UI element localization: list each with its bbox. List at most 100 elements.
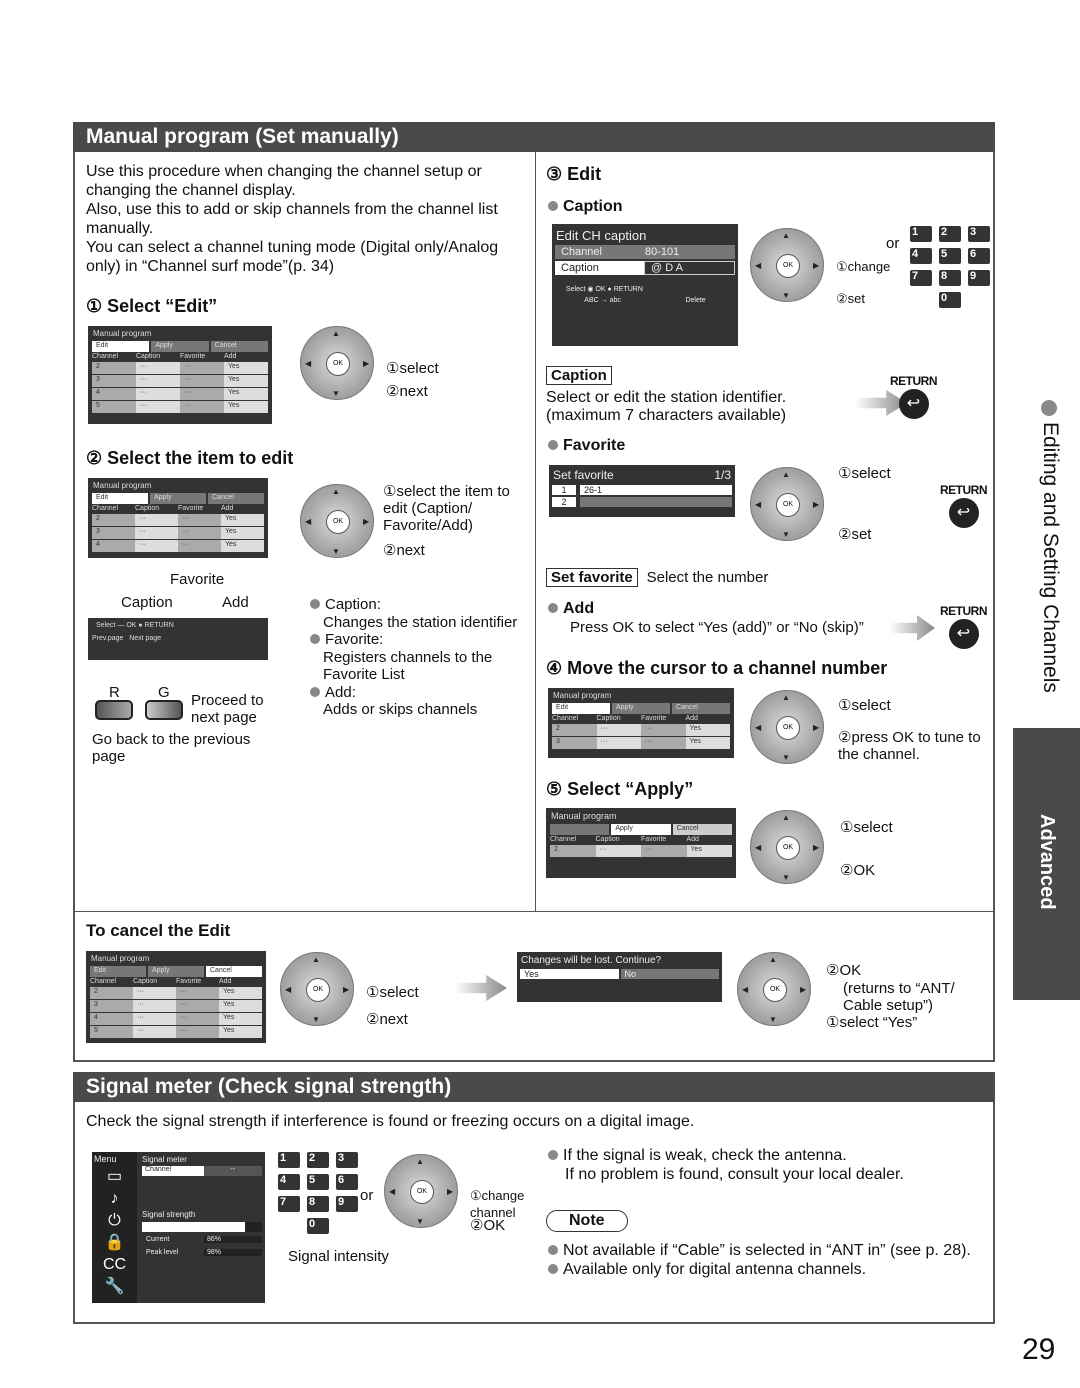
arrow-key-icon: ◀ xyxy=(305,359,312,368)
osd-table-row: 3 ··· ··· Yes xyxy=(86,1000,266,1012)
osd-table-row: 3 ··· ··· Yes xyxy=(88,375,272,387)
key-4: 4 xyxy=(910,248,932,264)
arrow-key-icon: ▼ xyxy=(769,1015,777,1024)
arrow-key-icon: ◀ xyxy=(755,500,762,509)
key-6: 6 xyxy=(968,248,990,264)
signal-strength-bar xyxy=(142,1222,262,1232)
numeric-keypad: 123 456 7890 xyxy=(278,1152,358,1234)
remote-dpad: OK ▲ ▼ ◀ ▶ xyxy=(280,952,354,1026)
signal-notes: Not available if “Cable” is selected in … xyxy=(548,1241,971,1279)
arrow-key-icon: ▼ xyxy=(782,753,790,762)
key-7: 7 xyxy=(910,270,932,286)
arrow-key-icon: ▼ xyxy=(782,530,790,539)
chapter-label: Editing and Setting Channels xyxy=(1039,422,1062,693)
remote-dpad: OK ▲ ▼ ◀ ▶ xyxy=(300,484,374,558)
osd-manual-program-cancel: Manual program Edit Apply Cancel Channel Ca… xyxy=(86,951,266,1043)
osd-table-row: 2 ··· ··· Yes xyxy=(546,845,736,857)
osd-signal-meter: Menu ▭ ♪ ⏻ 🔒 CC 🔧 Signal meter Channel -- Sign… xyxy=(92,1152,265,1303)
arrow-key-icon: ▼ xyxy=(332,389,340,398)
arrow-key-icon: ▲ xyxy=(782,231,790,240)
key-8: 8 xyxy=(307,1196,329,1212)
osd-table-row: 4 ··· ··· Yes xyxy=(88,388,272,400)
osd-set-favorite: Set favorite 1/3 1 26-1 2 xyxy=(549,465,735,517)
osd-table-row: 4 ··· ··· Yes xyxy=(86,1013,266,1025)
arrow-key-icon: ▲ xyxy=(769,955,777,964)
osd-table-row: 2 ··· ··· Yes xyxy=(88,362,272,374)
section-tab: Advanced xyxy=(1013,728,1080,1000)
osd-table-row: 3 ··· ··· Yes xyxy=(548,737,734,749)
remote-dpad: OK ▲ ▼ ◀ ▶ xyxy=(750,810,824,884)
osd-table-row: 4 ··· ··· Yes xyxy=(88,540,268,552)
remote-dpad: OK ▲ ▼ ◀ ▶ xyxy=(384,1154,458,1228)
arrow-key-icon: ▲ xyxy=(782,813,790,822)
column-divider xyxy=(535,152,536,912)
key-4: 4 xyxy=(278,1174,300,1190)
key-5: 5 xyxy=(939,248,961,264)
osd-table-row: 5 ··· ··· Yes xyxy=(88,401,272,413)
arrow-key-icon: ▶ xyxy=(343,985,350,994)
return-button-icon: RETURN ↩ xyxy=(940,483,988,528)
remote-dpad: OK ▲ ▼ ◀ ▶ xyxy=(737,952,811,1026)
step2-heading: ② Select the item to edit xyxy=(86,448,294,468)
arrow-key-icon: ▼ xyxy=(416,1217,424,1226)
key-7: 7 xyxy=(278,1196,300,1212)
arrow-key-icon: ▲ xyxy=(332,487,340,496)
signal-meter-title: Signal meter (Check signal strength) xyxy=(73,1072,995,1102)
arrow-key-icon: ▲ xyxy=(312,955,320,964)
arrow-key-icon: ▲ xyxy=(416,1157,424,1166)
arrow-key-icon: ◀ xyxy=(755,723,762,732)
remote-dpad: OK ▲ ▼ ◀ ▶ xyxy=(750,467,824,541)
caption-value-field: @ D A xyxy=(644,261,735,275)
intro-text: Use this procedure when changing the cha… xyxy=(86,163,499,275)
osd-edit-caption: Edit CH caption Channel 80-101 Caption @ D… xyxy=(552,224,738,346)
arrow-key-icon: ▲ xyxy=(332,329,340,338)
step4-heading: ④ Move the cursor to a channel number xyxy=(546,658,888,678)
arrow-key-icon: ▶ xyxy=(447,1187,454,1196)
key-3: 3 xyxy=(968,226,990,242)
key-0: 0 xyxy=(939,292,961,308)
remote-dpad: OK ▲ ▼ ◀ ▶ xyxy=(750,228,824,302)
key-0: 0 xyxy=(307,1218,329,1234)
key-9: 9 xyxy=(336,1196,358,1212)
arrow-key-icon: ▼ xyxy=(332,547,340,556)
arrow-key-icon: ◀ xyxy=(285,985,292,994)
osd-tab-apply: Apply xyxy=(611,824,671,835)
osd-table-row: 2 ··· ··· Yes xyxy=(88,514,268,526)
key-9: 9 xyxy=(968,270,990,286)
osd-tab-edit: Edit xyxy=(92,341,150,352)
osd-table-row: 5 ··· ··· Yes xyxy=(86,1026,266,1038)
key-6: 6 xyxy=(336,1174,358,1190)
arrow-key-icon: ◀ xyxy=(389,1187,396,1196)
osd-table-row: 3 ··· ··· Yes xyxy=(88,527,268,539)
step5-heading: ⑤ Select “Apply” xyxy=(546,779,694,799)
remote-dpad: OK ▲ ▼ ◀ ▶ xyxy=(300,326,374,400)
key-8: 8 xyxy=(939,270,961,286)
step1-heading: ① Select “Edit” xyxy=(86,296,218,316)
arrow-key-icon: ▶ xyxy=(813,843,820,852)
osd-confirm-dialog: Changes will be lost. Continue? Yes No xyxy=(517,952,722,1002)
arrow-key-icon: ▶ xyxy=(813,261,820,270)
osd-table-row: 2 ··· ··· Yes xyxy=(548,724,734,736)
arrow-key-icon: ◀ xyxy=(742,985,749,994)
remote-dpad: OK ▲ ▼ ◀ ▶ xyxy=(750,690,824,764)
arrow-key-icon: ▶ xyxy=(363,359,370,368)
arrow-key-icon: ▲ xyxy=(782,693,790,702)
arrow-key-icon: ▼ xyxy=(782,291,790,300)
osd-manual-program-5: Manual program Apply Cancel Channel Captio… xyxy=(546,808,736,878)
key-2: 2 xyxy=(939,226,961,242)
note-badge: Note xyxy=(546,1210,628,1232)
chapter-bullet-icon xyxy=(1041,400,1057,416)
green-button xyxy=(145,700,183,720)
arrow-key-icon: ◀ xyxy=(755,261,762,270)
key-5: 5 xyxy=(307,1174,329,1190)
item-bullets: Caption: Changes the station identifier F… xyxy=(310,596,530,719)
osd-tab-cancel: Cancel xyxy=(206,966,262,977)
label-next: ②next xyxy=(386,383,428,400)
key-2: 2 xyxy=(307,1152,329,1168)
arrow-key-icon: ▶ xyxy=(363,517,370,526)
numeric-keypad: 123 456 7890 xyxy=(910,226,990,308)
signal-tips: If the signal is weak, check the antenna… xyxy=(548,1146,904,1184)
arrow-key-icon: ▼ xyxy=(312,1015,320,1024)
arrow-key-icon: ▼ xyxy=(782,873,790,882)
osd-table-row: 2 ··· ··· Yes xyxy=(86,987,266,999)
